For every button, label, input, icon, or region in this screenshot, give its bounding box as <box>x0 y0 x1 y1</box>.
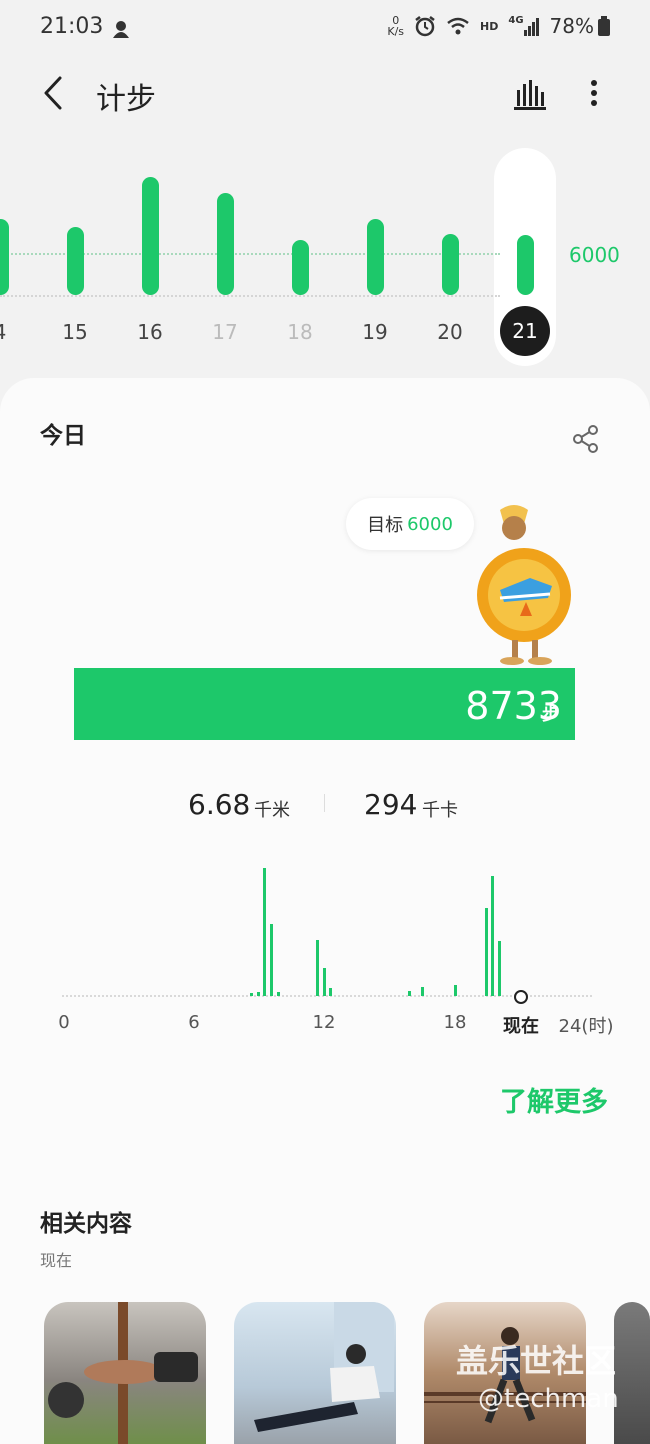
hourly-bar <box>454 985 457 996</box>
distance-value: 6.68 <box>188 788 251 821</box>
related-title: 相关内容 <box>40 1211 132 1237</box>
watermark-title: 盖乐世社区 <box>456 1342 617 1380</box>
hourly-axis-label: 12 <box>312 1012 336 1033</box>
chart-icon[interactable] <box>512 76 548 112</box>
goal-bubble: 目标 6000 <box>346 498 474 550</box>
week-day-label-16[interactable]: 16 <box>137 320 162 344</box>
related-subtitle: 现在 <box>40 1251 73 1270</box>
hourly-bar <box>250 993 254 996</box>
status-time: 21:03 <box>40 14 104 39</box>
week-bar-4[interactable] <box>0 219 9 295</box>
related-card-yoga[interactable] <box>234 1302 396 1444</box>
week-bar-16[interactable] <box>142 177 159 295</box>
hourly-axis-label: 现在 <box>503 1016 539 1037</box>
week-bar-21[interactable] <box>517 235 534 295</box>
net-speed: 0 K/s <box>387 14 405 38</box>
hourly-axis-label: 0 <box>58 1012 70 1033</box>
week-bar-17[interactable] <box>217 193 234 295</box>
back-arrow-icon[interactable] <box>36 70 76 116</box>
base-line <box>0 295 500 297</box>
goal-value: 6000 <box>407 513 453 535</box>
hourly-axis-label: 24(时) <box>558 1016 614 1037</box>
wifi-icon <box>447 17 469 35</box>
hourly-bar <box>256 992 260 996</box>
steps-unit: 步 <box>542 705 559 725</box>
week-bar-19[interactable] <box>367 219 384 295</box>
week-bar-20[interactable] <box>442 234 459 295</box>
share-icon[interactable] <box>572 424 600 454</box>
week-day-label-15[interactable]: 15 <box>62 320 87 344</box>
page-title: 计步 <box>96 82 156 117</box>
hourly-bar <box>329 988 333 996</box>
hourly-bar <box>484 908 488 996</box>
hourly-bar <box>421 987 425 996</box>
today-title: 今日 <box>40 423 86 449</box>
battery-percent: 78% <box>549 14 594 38</box>
hourly-bar <box>322 968 326 996</box>
network-type: 4G <box>508 14 524 26</box>
signal-icon <box>523 18 539 36</box>
week-day-label-17[interactable]: 17 <box>212 320 237 344</box>
calories-value: 294 <box>364 788 418 821</box>
week-bar-15[interactable] <box>67 227 84 295</box>
hourly-bar <box>408 991 412 996</box>
week-day-label-18[interactable]: 18 <box>287 320 312 344</box>
hourly-bar <box>270 924 274 996</box>
week-day-label-4[interactable]: 4 <box>0 320 6 344</box>
distance-unit: 千米 <box>254 800 290 821</box>
selected-day-circle[interactable]: 21 <box>500 306 550 356</box>
hourly-bar <box>491 876 495 996</box>
stat-divider <box>324 794 325 812</box>
week-day-label-19[interactable]: 19 <box>362 320 387 344</box>
more-options-icon[interactable] <box>582 76 606 112</box>
calories-unit: 千卡 <box>422 800 458 821</box>
hourly-bar <box>276 992 280 996</box>
alarm-icon <box>415 16 435 37</box>
status-bar: 21:03 0 K/s HD 4G 78% <box>0 0 650 56</box>
watermark-handle: @techman <box>478 1384 619 1414</box>
hourly-bar <box>263 868 267 996</box>
workout-photo-image <box>48 1302 198 1444</box>
hourly-bar <box>316 940 320 996</box>
now-marker <box>514 990 528 1004</box>
hourly-bar <box>497 941 501 996</box>
hourly-axis-label: 18 <box>443 1012 467 1033</box>
mascot-illustration <box>477 505 571 665</box>
hd-label: HD <box>480 19 499 33</box>
related-card-workout[interactable] <box>44 1302 206 1444</box>
hourly-axis-label: 6 <box>188 1012 200 1033</box>
goal-label: 6000 <box>569 243 620 267</box>
notification-icon <box>113 21 129 38</box>
related-card-partial[interactable] <box>614 1302 650 1444</box>
learn-more-link[interactable]: 了解更多 <box>500 1080 608 1119</box>
yoga-photo-image <box>254 1302 394 1432</box>
week-day-label-20[interactable]: 20 <box>437 320 462 344</box>
week-bar-18[interactable] <box>292 240 309 295</box>
status-icons: 0 K/s HD 4G 78% <box>387 14 610 38</box>
hourly-baseline <box>62 995 592 997</box>
battery-icon <box>598 16 610 36</box>
